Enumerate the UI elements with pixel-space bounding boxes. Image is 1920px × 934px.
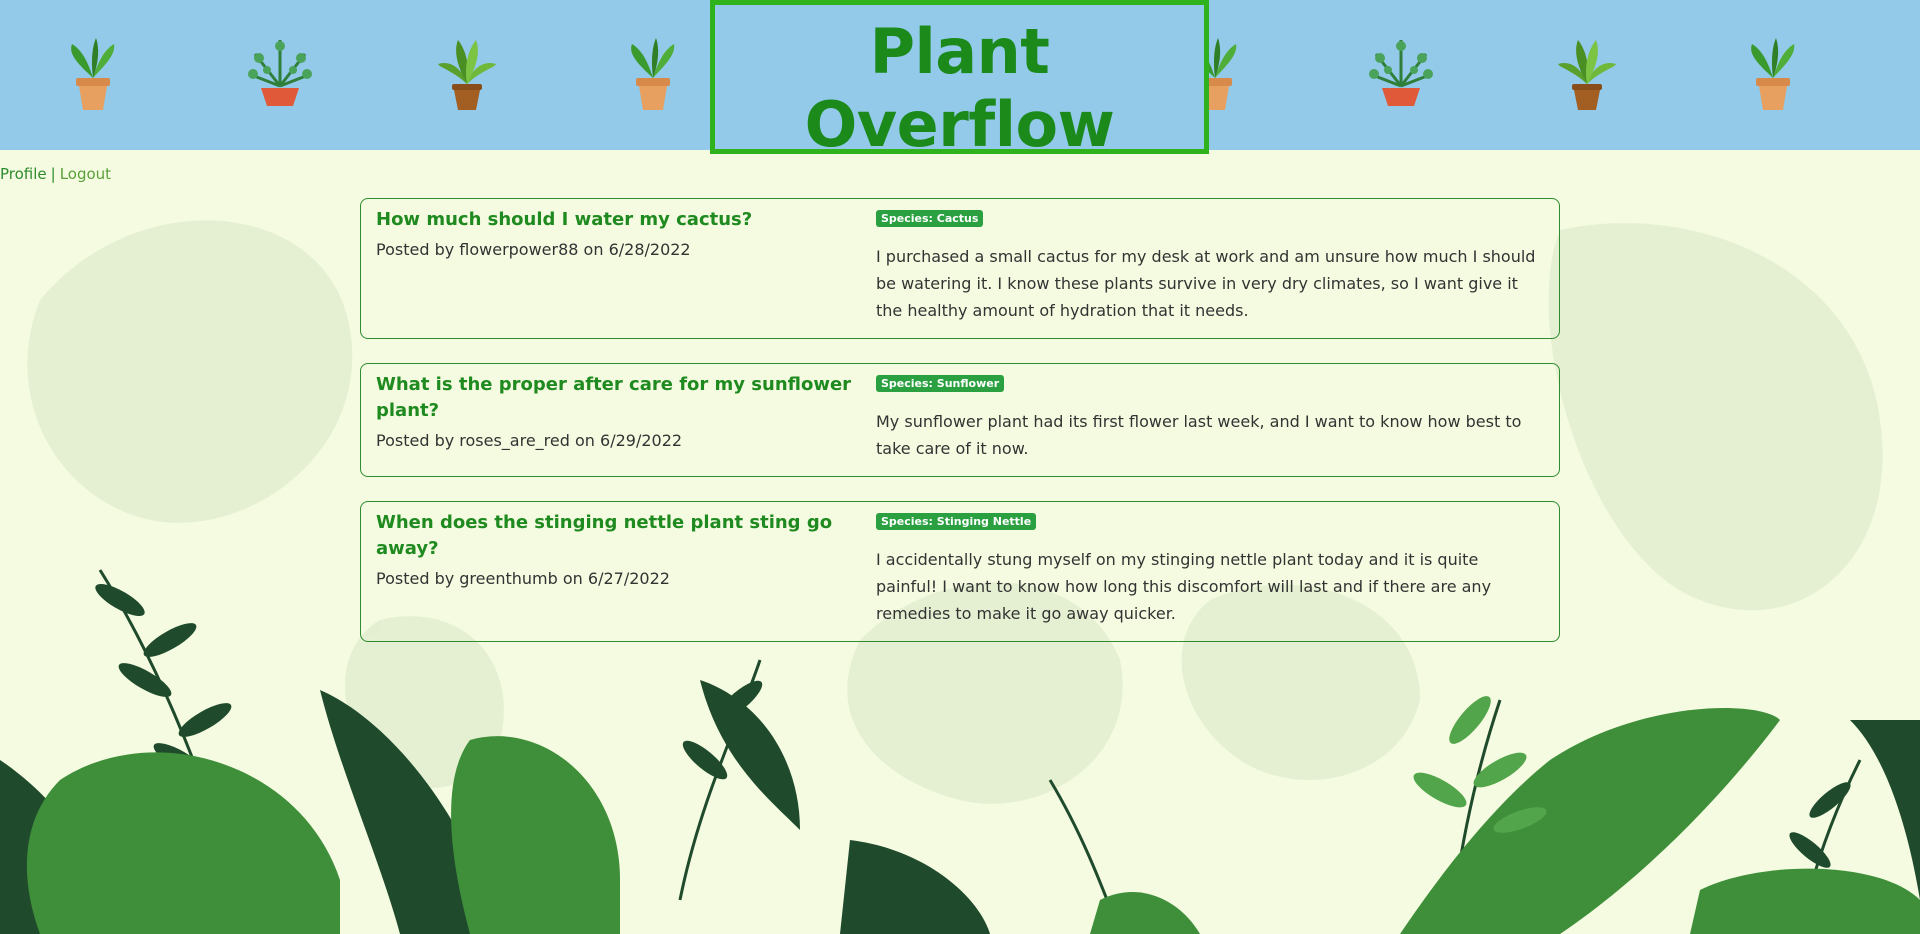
- post-card[interactable]: When does the stinging nettle plant stin…: [360, 501, 1560, 642]
- nav-separator: |: [50, 165, 56, 183]
- logout-link[interactable]: Logout: [60, 165, 111, 183]
- potted-plant-icon: [631, 38, 675, 110]
- post-meta: Posted by greenthumb on 6/27/2022: [376, 569, 670, 588]
- palm-plant-icon: [1558, 40, 1616, 110]
- post-meta: Posted by roses_are_red on 6/29/2022: [376, 431, 683, 450]
- post-body: I purchased a small cactus for my desk a…: [876, 247, 1536, 320]
- post-title[interactable]: When does the stinging nettle plant stin…: [376, 510, 866, 562]
- fern-plant-icon: [248, 40, 312, 106]
- title-box: Plant Overflow: [710, 0, 1209, 161]
- palm-plant-icon: [438, 40, 496, 110]
- post-card[interactable]: What is the proper after care for my sun…: [360, 363, 1560, 477]
- site-header: Plant Overflow: [0, 0, 1920, 161]
- user-nav: Profile | Logout: [0, 165, 111, 183]
- post-header: How much should I water my cactus? Poste…: [376, 205, 876, 324]
- post-content: Species: Stinging Nettle I accidentally …: [876, 508, 1544, 627]
- post-title[interactable]: What is the proper after care for my sun…: [376, 372, 866, 424]
- profile-link[interactable]: Profile: [0, 165, 47, 183]
- post-card[interactable]: How much should I water my cactus? Poste…: [360, 198, 1560, 339]
- species-badge: Species: Cactus: [876, 210, 984, 227]
- post-header: What is the proper after care for my sun…: [376, 370, 876, 462]
- post-list: How much should I water my cactus? Poste…: [360, 198, 1560, 666]
- species-badge: Species: Stinging Nettle: [876, 513, 1037, 530]
- potted-plant-icon: [71, 38, 115, 110]
- fern-plant-icon: [1369, 40, 1433, 106]
- potted-plant-icon: [1751, 38, 1795, 110]
- post-content: Species: Cactus I purchased a small cact…: [876, 205, 1544, 324]
- post-header: When does the stinging nettle plant stin…: [376, 508, 876, 627]
- post-meta: Posted by flowerpower88 on 6/28/2022: [376, 240, 691, 259]
- site-title: Plant Overflow: [804, 15, 1115, 161]
- post-body: My sunflower plant had its first flower …: [876, 412, 1522, 458]
- post-title[interactable]: How much should I water my cactus?: [376, 207, 866, 233]
- species-badge: Species: Sunflower: [876, 375, 1005, 392]
- post-body: I accidentally stung myself on my stingi…: [876, 550, 1492, 623]
- post-content: Species: Sunflower My sunflower plant ha…: [876, 370, 1544, 462]
